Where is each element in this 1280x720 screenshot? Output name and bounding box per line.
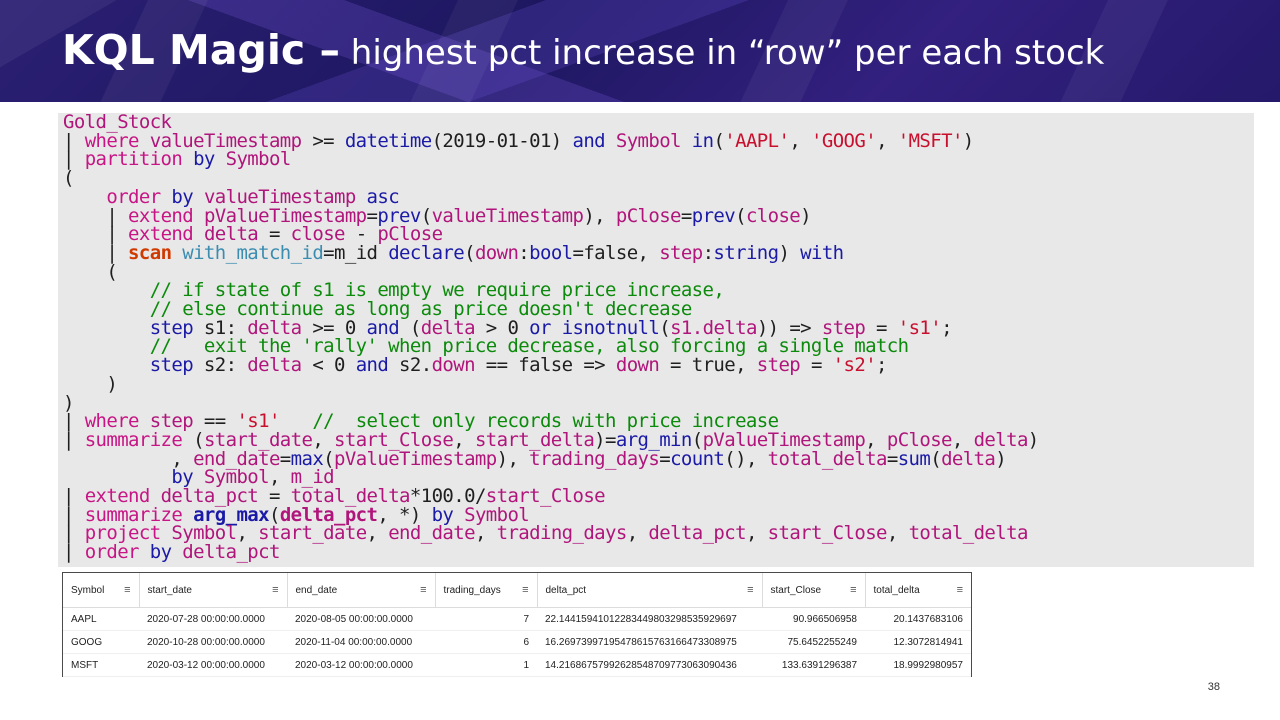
cell-total-delta: 18.9992980957 bbox=[865, 653, 971, 677]
table-row[interactable]: MSFT 2020-03-12 00:00:00.0000 2020-03-12… bbox=[63, 653, 971, 677]
table-row[interactable]: GOOG 2020-10-28 00:00:00.0000 2020-11-04… bbox=[63, 630, 971, 654]
column-header-delta-pct[interactable]: delta_pct ≡ bbox=[536, 573, 762, 608]
cell-trading-days: 1 bbox=[435, 653, 537, 677]
column-header-start-close[interactable]: start_Close ≡ bbox=[761, 573, 865, 608]
results-table: Symbol ≡ start_date ≡ end_date ≡ trading_da… bbox=[62, 572, 972, 677]
cell-trading-days: 7 bbox=[435, 607, 537, 631]
column-header-symbol[interactable]: Symbol ≡ bbox=[63, 573, 139, 608]
cell-end-date: 2020-03-12 00:00:00.0000 bbox=[287, 653, 435, 677]
column-header-trading-days[interactable]: trading_days ≡ bbox=[434, 573, 537, 608]
column-menu-icon[interactable]: ≡ bbox=[747, 584, 753, 596]
cell-total-delta: 12.3072814941 bbox=[865, 630, 971, 654]
kql-code: Gold_Stock | where valueTimestamp >= dat… bbox=[58, 113, 1254, 562]
code-line-3: | partition by Symbol bbox=[63, 148, 291, 171]
slide-title-rest: highest pct increase in “row” per each s… bbox=[339, 33, 1105, 73]
column-menu-icon[interactable]: ≡ bbox=[272, 584, 278, 596]
cell-total-delta: 20.1437683106 bbox=[865, 607, 971, 631]
results-header-row: Symbol ≡ start_date ≡ end_date ≡ trading_da… bbox=[63, 573, 971, 608]
cell-symbol: AAPL bbox=[63, 607, 139, 631]
cell-delta-pct: 16.269739971954786157631664733089​75 bbox=[537, 630, 762, 654]
slide-title-bold: KQL Magic – bbox=[62, 26, 340, 74]
code-line-14: step s2: delta < 0 and s2.down == false … bbox=[149, 354, 888, 377]
column-menu-icon[interactable]: ≡ bbox=[957, 584, 963, 596]
cell-trading-days: 6 bbox=[435, 630, 537, 654]
column-menu-icon[interactable]: ≡ bbox=[850, 584, 856, 596]
cell-symbol: MSFT bbox=[63, 653, 139, 677]
column-menu-icon[interactable]: ≡ bbox=[124, 584, 130, 596]
code-line-8: | scan with_match_id=m_id declare(down:b… bbox=[63, 241, 844, 264]
column-header-end-date[interactable]: end_date ≡ bbox=[286, 573, 435, 608]
cell-start-date: 2020-03-12 00:00:00.0000 bbox=[139, 653, 287, 677]
cell-end-date: 2020-08-05 00:00:00.0000 bbox=[287, 607, 435, 631]
cell-start-close: 90.966506958 bbox=[762, 607, 865, 631]
column-header-start-date[interactable]: start_date ≡ bbox=[138, 573, 287, 608]
title-banner: KQL Magic – highest pct increase in “row… bbox=[0, 0, 1280, 102]
cell-delta-pct: 14.216867579926285487097730630904​36 bbox=[537, 653, 762, 677]
column-menu-icon[interactable]: ≡ bbox=[522, 584, 528, 596]
cell-end-date: 2020-11-04 00:00:00.0000 bbox=[287, 630, 435, 654]
cell-start-close: 133.6391296387 bbox=[762, 653, 865, 677]
cell-delta-pct: 22.144159410122834498032985359296​97 bbox=[537, 607, 762, 631]
cell-start-date: 2020-07-28 00:00:00.0000 bbox=[139, 607, 287, 631]
slide-title: KQL Magic – highest pct increase in “row… bbox=[62, 26, 1104, 74]
table-row[interactable]: AAPL 2020-07-28 00:00:00.0000 2020-08-05… bbox=[63, 607, 971, 631]
cell-start-close: 75.6452255249 bbox=[762, 630, 865, 654]
code-line-24: | order by delta_pct bbox=[63, 541, 280, 564]
column-header-total-delta[interactable]: total_delta ≡ bbox=[864, 573, 971, 608]
cell-symbol: GOOG bbox=[63, 630, 139, 654]
kql-code-block: Gold_Stock | where valueTimestamp >= dat… bbox=[58, 113, 1254, 567]
column-menu-icon[interactable]: ≡ bbox=[420, 584, 426, 596]
page-number: 38 bbox=[1207, 681, 1220, 693]
cell-start-date: 2020-10-28 00:00:00.0000 bbox=[139, 630, 287, 654]
